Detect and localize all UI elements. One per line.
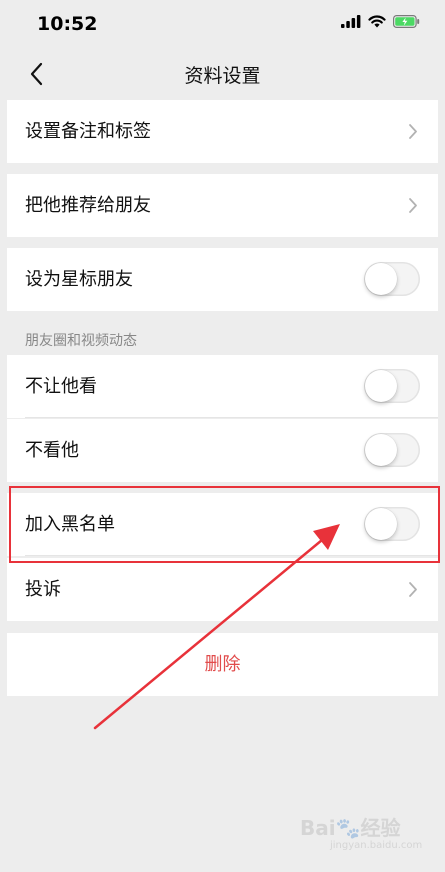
chevron-right-icon (409, 124, 417, 139)
watermark-url: jingyan.baidu.com (330, 840, 423, 851)
row-remark-and-tags[interactable]: 设置备注和标签 (7, 100, 438, 163)
row-label: 设置备注和标签 (25, 121, 151, 142)
row-hide-his-moments: 不看他 (7, 419, 438, 482)
battery-icon (393, 15, 420, 28)
status-icons (341, 15, 420, 28)
toggle-knob (365, 434, 397, 466)
status-time: 10:52 (37, 13, 98, 35)
watermark-logo: Bai🐾经验 (300, 816, 401, 840)
annotation-highlight-box (9, 486, 440, 563)
row-label: 不让他看 (25, 376, 97, 397)
settings-screen: 10:52 资料设置 设置备注和标签 把他推荐给朋友 设为星标朋友 朋友圈和视频… (7, 0, 438, 872)
status-bar: 10:52 (7, 0, 438, 48)
toggle-knob (365, 263, 397, 295)
nav-bar: 资料设置 (7, 48, 438, 100)
toggle-knob (365, 370, 397, 402)
divider (25, 417, 438, 418)
chevron-right-icon (409, 582, 417, 597)
row-star-friend: 设为星标朋友 (7, 248, 438, 311)
row-label: 设为星标朋友 (25, 269, 133, 290)
wifi-icon (368, 15, 386, 28)
row-report[interactable]: 投诉 (7, 558, 438, 621)
row-recommend-to-friend[interactable]: 把他推荐给朋友 (7, 174, 438, 237)
hide-his-moments-toggle[interactable] (364, 433, 420, 467)
star-friend-toggle[interactable] (364, 262, 420, 296)
row-label: 把他推荐给朋友 (25, 195, 151, 216)
delete-button[interactable]: 删除 (7, 633, 438, 696)
page-title: 资料设置 (184, 65, 261, 87)
row-label: 投诉 (25, 579, 61, 600)
chevron-right-icon (409, 198, 417, 213)
row-label: 不看他 (25, 440, 79, 461)
signal-icon (341, 15, 361, 28)
section-header-moments: 朋友圈和视频动态 (25, 333, 137, 349)
row-hide-my-moments: 不让他看 (7, 355, 438, 418)
hide-my-moments-toggle[interactable] (364, 369, 420, 403)
